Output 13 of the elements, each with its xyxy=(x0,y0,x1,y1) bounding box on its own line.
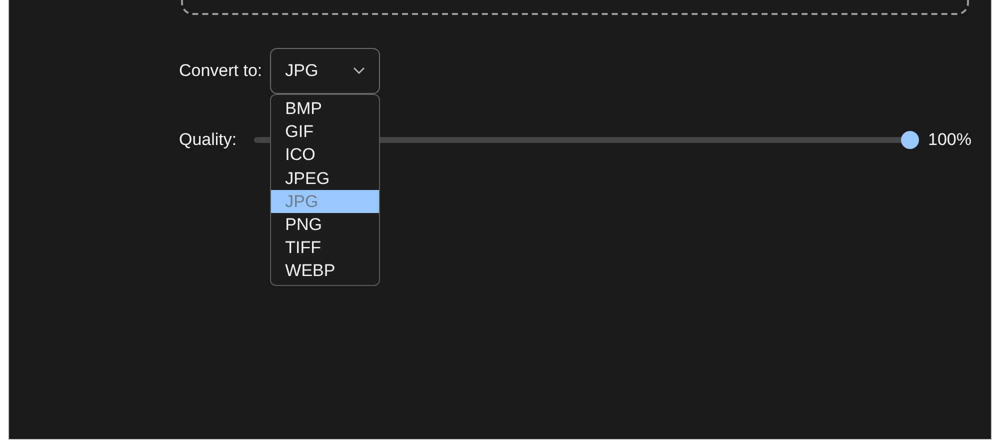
quality-value: 100% xyxy=(928,129,972,151)
dropdown-option[interactable]: TIFF xyxy=(271,236,380,260)
chevron-icon xyxy=(353,67,366,75)
dropdown-option[interactable]: BMP xyxy=(271,97,380,120)
quality-label: Quality: xyxy=(179,129,238,151)
dropdown-option[interactable]: WEBP xyxy=(271,259,380,282)
format-select[interactable]: JPG xyxy=(270,48,380,94)
dropdown-option[interactable]: GIF xyxy=(271,120,380,144)
convert-label: Convert to: xyxy=(179,60,262,82)
dropdown-option[interactable]: ICO xyxy=(271,143,380,167)
dropdown-option[interactable]: PNG xyxy=(271,212,380,236)
dropdown-option[interactable]: JPEG xyxy=(271,166,380,190)
slider-thumb[interactable] xyxy=(901,130,919,149)
